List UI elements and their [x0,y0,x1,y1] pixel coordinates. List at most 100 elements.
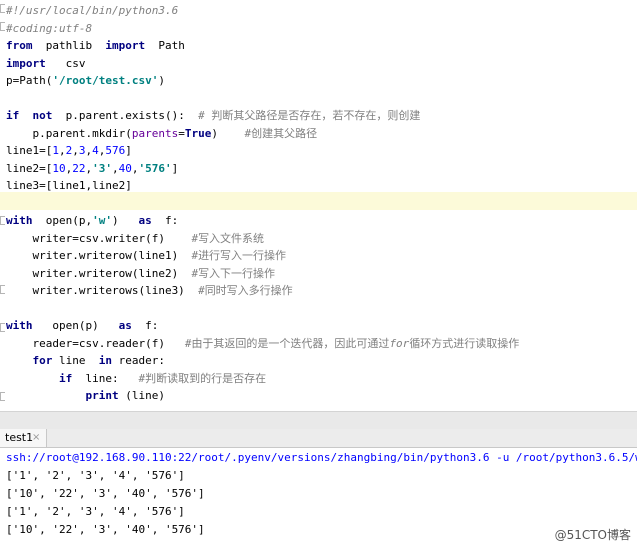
code-editor[interactable]: #!/usr/local/bin/python3.6 #coding:utf-8 f… [0,0,637,411]
code-token: reader=csv.reader(f) [6,336,185,350]
close-icon[interactable]: × [32,429,40,447]
code-line: line2=[10,22,'3',40,'576'] [6,160,178,177]
current-line-highlight [0,192,637,210]
code-token: True [184,126,212,140]
code-token: line3=[line1,line2] [6,179,132,192]
code-line: p.parent.mkdir(parents=True) #创建其父路径 [6,125,317,142]
code-token: ) [111,214,139,227]
fold-marker-icon[interactable] [0,22,5,31]
code-line: reader=csv.reader(f) #由于其返回的是一个迭代器，因此可通过… [6,335,519,352]
code-line: with open(p,'w') as f: [6,212,178,229]
run-tab-label: test1 [5,431,34,444]
console-output-line: ['1', '2', '3', '4', '576'] [6,469,185,482]
code-token: p.parent.exists(): [52,109,199,122]
fold-marker-icon[interactable] [0,323,5,332]
code-token: for [389,336,410,350]
code-token: import [105,39,146,52]
code-token: writer.writerows(line3) [6,284,199,297]
code-token: 写入下一行操作 [198,266,276,280]
code-token: as [118,319,132,332]
code-token: 10 [52,161,66,175]
code-token: (line) [118,389,165,402]
code-token: 同时写入多行操作 [204,284,293,297]
code-token: ] [171,161,179,175]
code-token: 576 [105,144,126,157]
fold-marker-icon[interactable] [0,392,5,401]
code-line: writer.writerow(line1) #进行写入一行操作 [6,247,286,264]
code-token: f: [151,214,179,227]
code-token: pathlib [32,39,106,52]
code-token: open(p) [32,319,119,332]
code-token: #!/usr/local/bin/python3.6 [6,4,179,17]
code-token: , [58,144,66,157]
code-token: , [72,144,79,157]
code-token: 循环方式进行读取操作 [409,336,520,350]
fold-marker-icon[interactable] [0,216,5,225]
code-token: 1 [52,144,59,157]
code-token: '3' [92,161,112,175]
code-token: 创建其父路径 [251,126,318,140]
code-token: 4 [92,144,99,157]
code-token: writer=csv.writer(f) [6,231,192,245]
code-token: line1=[ [6,144,53,157]
console-output-line: ['10', '22', '3', '40', '576'] [6,487,205,500]
code-token: with [6,319,33,332]
code-token: line [52,354,99,367]
code-token: csv [45,56,86,70]
fold-marker-icon[interactable] [0,285,5,294]
code-token: open(p, [32,214,93,227]
code-token: = [178,126,185,140]
code-token: reader: [111,354,165,367]
code-token: 22 [72,161,86,175]
code-line: line1=[1,2,3,4,576] [6,142,132,159]
code-token: import [6,56,46,70]
code-line: from pathlib import Path [6,37,185,54]
code-token: '/root/test.csv' [52,74,159,87]
run-tab-bar: test1 × [0,429,637,448]
code-token: line: [72,371,139,385]
panel-divider[interactable] [0,411,637,429]
code-token: 'w' [92,214,112,227]
code-token: ) [158,74,165,87]
code-line: if not p.parent.exists(): # 判断其父路径是否存在，若… [6,107,420,124]
console-output-line: ['1', '2', '3', '4', '576'] [6,505,185,518]
console-output-line: ['10', '22', '3', '40', '576'] [6,523,205,536]
code-token: # [198,109,212,122]
code-line: writer.writerow(line2) #写入下一行操作 [6,265,275,282]
code-token: print [85,389,119,402]
console-command-line: ssh://root@192.168.90.110:22/root/.pyenv… [6,451,637,464]
code-token: p=Path( [6,74,53,87]
code-token: f: [131,319,159,332]
code-line: import csv [6,55,86,72]
code-token: as [138,214,152,227]
code-token: with [6,214,33,227]
code-token: ) [211,126,245,140]
code-token: not [32,109,53,122]
code-token: for [32,354,53,367]
code-line: writer.writerows(line3) #同时写入多行操作 [6,282,293,299]
code-line: p=Path('/root/test.csv') [6,72,165,89]
code-token: '576' [138,161,172,175]
code-token: # [198,284,205,297]
run-console[interactable]: ssh://root@192.168.90.110:22/root/.pyenv… [0,448,637,549]
code-token: writer.writerow(line1) [6,249,192,262]
code-token: 40 [118,161,132,175]
code-line: line3=[line1,line2] [6,177,132,194]
run-tab-test1[interactable]: test1 × [0,429,47,447]
code-token: from [6,39,33,52]
code-token: ] [125,144,132,157]
code-token: 由于其返回的是一个迭代器，因此可通过 [191,336,390,350]
code-token: 判断其父路径是否存在，若不存在，则创建 [211,109,421,122]
code-line: writer=csv.writer(f) #写入文件系统 [6,230,264,247]
code-token: if [6,109,20,122]
code-line: print (line) [6,387,165,404]
code-line: #!/usr/local/bin/python3.6 [6,2,178,19]
code-token: if [58,371,73,385]
code-token: line2=[ [6,161,53,175]
code-token: writer.writerow(line2) [6,266,192,280]
fold-marker-icon[interactable] [0,4,5,13]
